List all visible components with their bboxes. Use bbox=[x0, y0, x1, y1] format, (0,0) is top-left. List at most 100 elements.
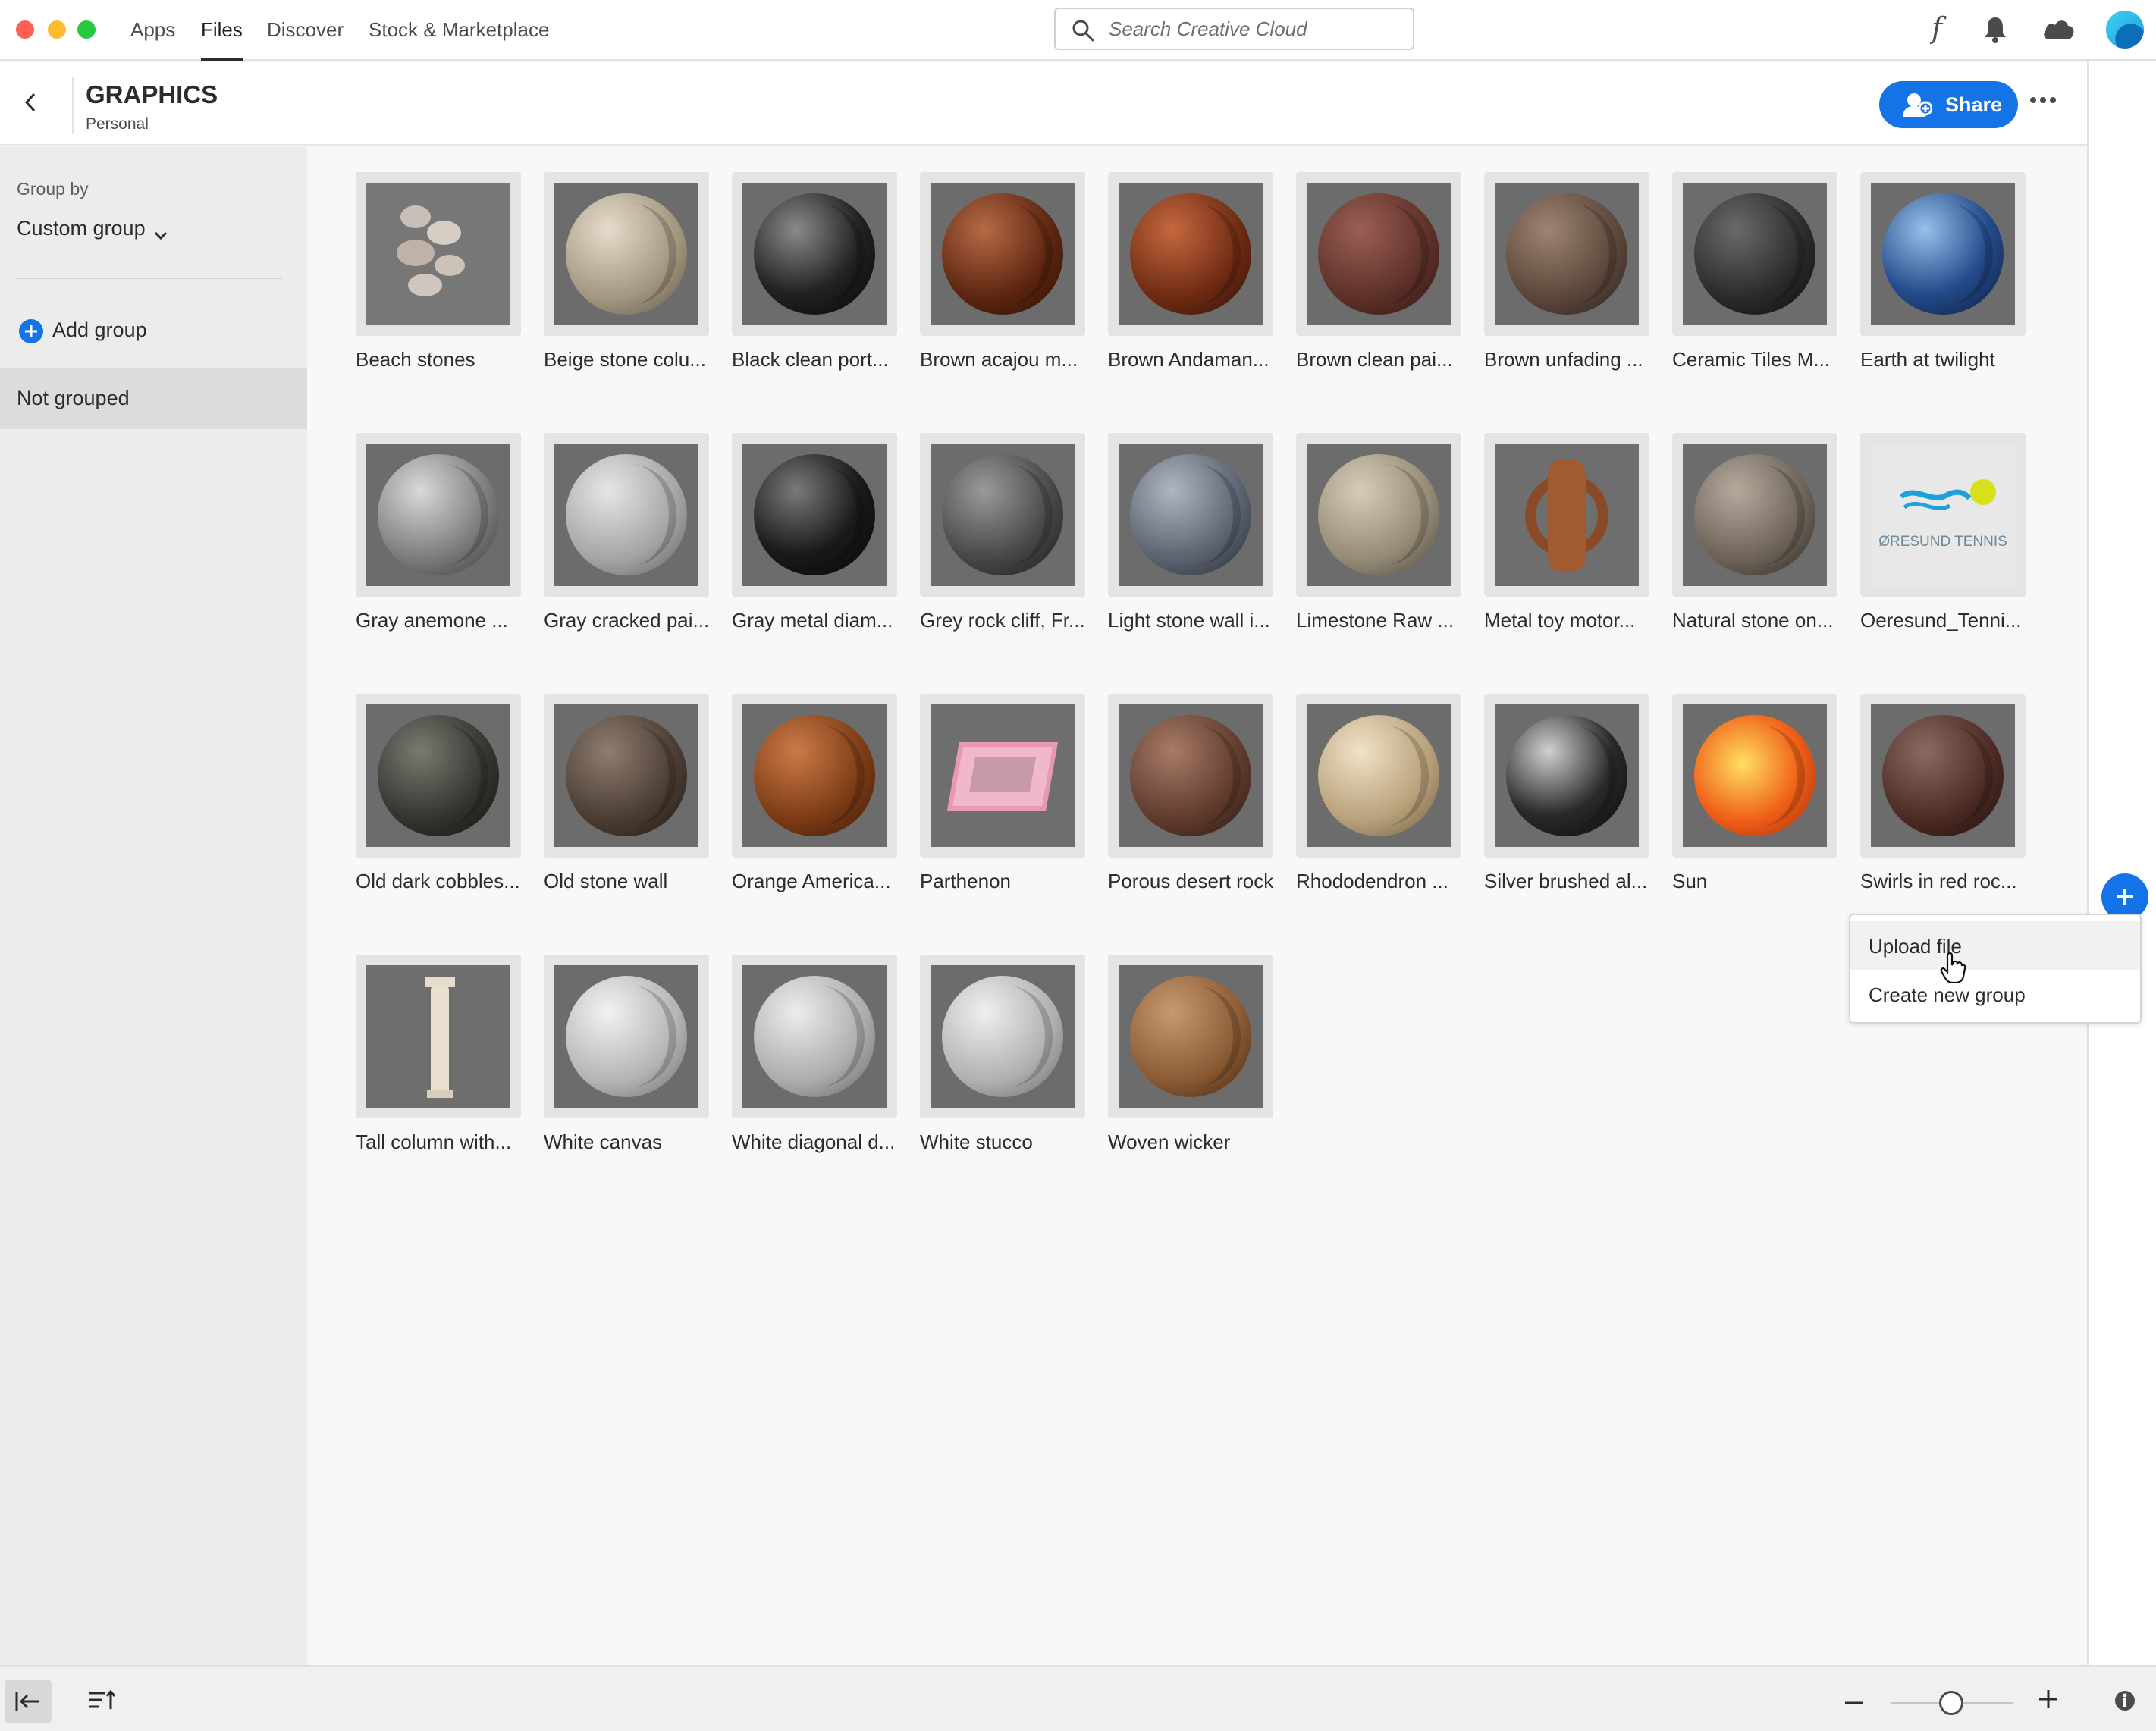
zoom-in-icon[interactable] bbox=[2038, 1689, 2058, 1713]
file-thumbnail[interactable] bbox=[1672, 172, 1837, 336]
more-options-icon[interactable] bbox=[2029, 94, 2057, 108]
search-box[interactable] bbox=[1054, 8, 1414, 50]
window-zoom-button[interactable] bbox=[77, 20, 96, 39]
fonts-icon[interactable]: f bbox=[1929, 11, 1951, 49]
notifications-bell-icon[interactable] bbox=[1982, 15, 2008, 48]
material-sphere bbox=[1318, 193, 1439, 315]
file-thumbnail[interactable] bbox=[920, 694, 1085, 858]
file-name: Beige stone colu... bbox=[544, 348, 706, 371]
material-sphere bbox=[1694, 715, 1815, 836]
file-thumbnail[interactable] bbox=[732, 694, 897, 858]
file-thumbnail[interactable] bbox=[920, 433, 1085, 597]
oresund-tennis-logo-text: ØRESUND TENNIS bbox=[1878, 534, 2007, 550]
hand-cursor-icon bbox=[1940, 952, 1966, 987]
back-chevron-icon[interactable] bbox=[23, 91, 38, 118]
folder-subtitle: Personal bbox=[86, 115, 149, 133]
file-thumbnail[interactable] bbox=[1296, 172, 1461, 336]
file-name: Brown clean pai... bbox=[1296, 348, 1453, 371]
thumbnail-image bbox=[554, 965, 698, 1108]
window-close-button[interactable] bbox=[16, 20, 34, 39]
cloud-sync-icon[interactable] bbox=[2041, 17, 2076, 45]
file-thumbnail[interactable] bbox=[1296, 433, 1461, 597]
file-name: Light stone wall i... bbox=[1108, 609, 1270, 632]
file-thumbnail[interactable] bbox=[920, 955, 1085, 1118]
file-thumbnail[interactable] bbox=[356, 433, 521, 597]
file-thumbnail[interactable] bbox=[1108, 433, 1273, 597]
file-thumbnail[interactable] bbox=[920, 172, 1085, 336]
file-thumbnail[interactable] bbox=[544, 694, 709, 858]
file-name: White stucco bbox=[920, 1130, 1033, 1153]
material-sphere bbox=[1130, 193, 1251, 315]
material-sphere bbox=[1882, 193, 2004, 315]
menu-item-upload-file[interactable]: Upload file bbox=[1850, 921, 2140, 970]
thumbnail-image bbox=[1683, 704, 1827, 847]
material-sphere bbox=[754, 454, 875, 575]
tab-apps[interactable]: Apps bbox=[130, 18, 175, 42]
thumbnail-image bbox=[554, 444, 698, 586]
material-sphere bbox=[1506, 715, 1627, 836]
zoom-slider-handle[interactable] bbox=[1939, 1691, 1963, 1715]
file-thumbnail[interactable] bbox=[356, 172, 521, 336]
thumbnail-image bbox=[931, 183, 1075, 325]
file-thumbnail[interactable] bbox=[1484, 172, 1649, 336]
file-grid: Beach stones Beige stone colu... Black cle… bbox=[307, 147, 2087, 1665]
file-thumbnail[interactable] bbox=[1108, 955, 1273, 1118]
file-thumbnail[interactable] bbox=[1484, 694, 1649, 858]
share-button[interactable]: Share bbox=[1879, 81, 2018, 128]
file-thumbnail[interactable] bbox=[732, 433, 897, 597]
file-name: Swirls in red roc... bbox=[1860, 870, 2017, 892]
bottom-toolbar bbox=[0, 1665, 2156, 1731]
file-thumbnail[interactable] bbox=[356, 694, 521, 858]
file-thumbnail[interactable] bbox=[544, 433, 709, 597]
file-thumbnail[interactable] bbox=[356, 955, 521, 1118]
file-thumbnail[interactable] bbox=[1672, 433, 1837, 597]
file-thumbnail[interactable] bbox=[1108, 694, 1273, 858]
material-sphere bbox=[942, 976, 1063, 1097]
svg-text:f: f bbox=[1930, 12, 1947, 45]
material-sphere bbox=[942, 454, 1063, 575]
search-input[interactable] bbox=[1109, 15, 1404, 42]
material-sphere bbox=[942, 193, 1063, 315]
plus-circle-icon bbox=[18, 318, 44, 350]
file-name: White canvas bbox=[544, 1130, 663, 1153]
file-name: Brown Andaman... bbox=[1108, 348, 1269, 371]
zoom-out-icon[interactable] bbox=[1844, 1695, 1864, 1709]
window-minimize-button[interactable] bbox=[48, 20, 66, 39]
file-thumbnail[interactable]: ØRESUND TENNIS bbox=[1860, 433, 2026, 597]
material-sphere bbox=[566, 193, 687, 315]
thumbnail-image bbox=[366, 183, 510, 325]
thumbnail-image bbox=[366, 965, 510, 1108]
material-sphere bbox=[1318, 454, 1439, 575]
sidebar-item-not-grouped[interactable]: Not grouped bbox=[0, 368, 307, 429]
sort-order-icon[interactable] bbox=[88, 1689, 117, 1714]
file-name: Silver brushed al... bbox=[1484, 870, 1648, 892]
group-by-dropdown[interactable]: Custom group bbox=[17, 217, 168, 240]
thumbnail-image bbox=[931, 965, 1075, 1108]
file-thumbnail[interactable] bbox=[1860, 694, 2026, 858]
file-thumbnail[interactable] bbox=[1484, 433, 1649, 597]
tab-discover[interactable]: Discover bbox=[267, 18, 344, 42]
menu-item-create-new-group[interactable]: Create new group bbox=[1850, 970, 2140, 1018]
collapse-sidebar-button[interactable] bbox=[5, 1680, 52, 1723]
file-thumbnail[interactable] bbox=[732, 172, 897, 336]
file-thumbnail[interactable] bbox=[1108, 172, 1273, 336]
material-sphere bbox=[566, 454, 687, 575]
info-icon[interactable] bbox=[2114, 1689, 2136, 1716]
file-thumbnail[interactable] bbox=[1672, 694, 1837, 858]
thumbnail-image bbox=[1871, 704, 2015, 847]
group-by-label: Group by bbox=[17, 179, 89, 199]
thumbnail-image bbox=[1119, 704, 1263, 847]
material-sphere bbox=[1130, 976, 1251, 1097]
file-thumbnail[interactable] bbox=[1296, 694, 1461, 858]
tab-stock-marketplace[interactable]: Stock & Marketplace bbox=[369, 18, 549, 42]
thumbnail-image bbox=[1119, 965, 1263, 1108]
file-thumbnail[interactable] bbox=[544, 955, 709, 1118]
file-thumbnail[interactable] bbox=[544, 172, 709, 336]
file-thumbnail[interactable] bbox=[1860, 172, 2026, 336]
tab-files[interactable]: Files bbox=[201, 18, 243, 61]
file-thumbnail[interactable] bbox=[732, 955, 897, 1118]
thumbnail-image bbox=[931, 704, 1075, 847]
material-sphere bbox=[1130, 454, 1251, 575]
user-avatar[interactable] bbox=[2106, 11, 2144, 49]
material-sphere bbox=[1694, 454, 1815, 575]
